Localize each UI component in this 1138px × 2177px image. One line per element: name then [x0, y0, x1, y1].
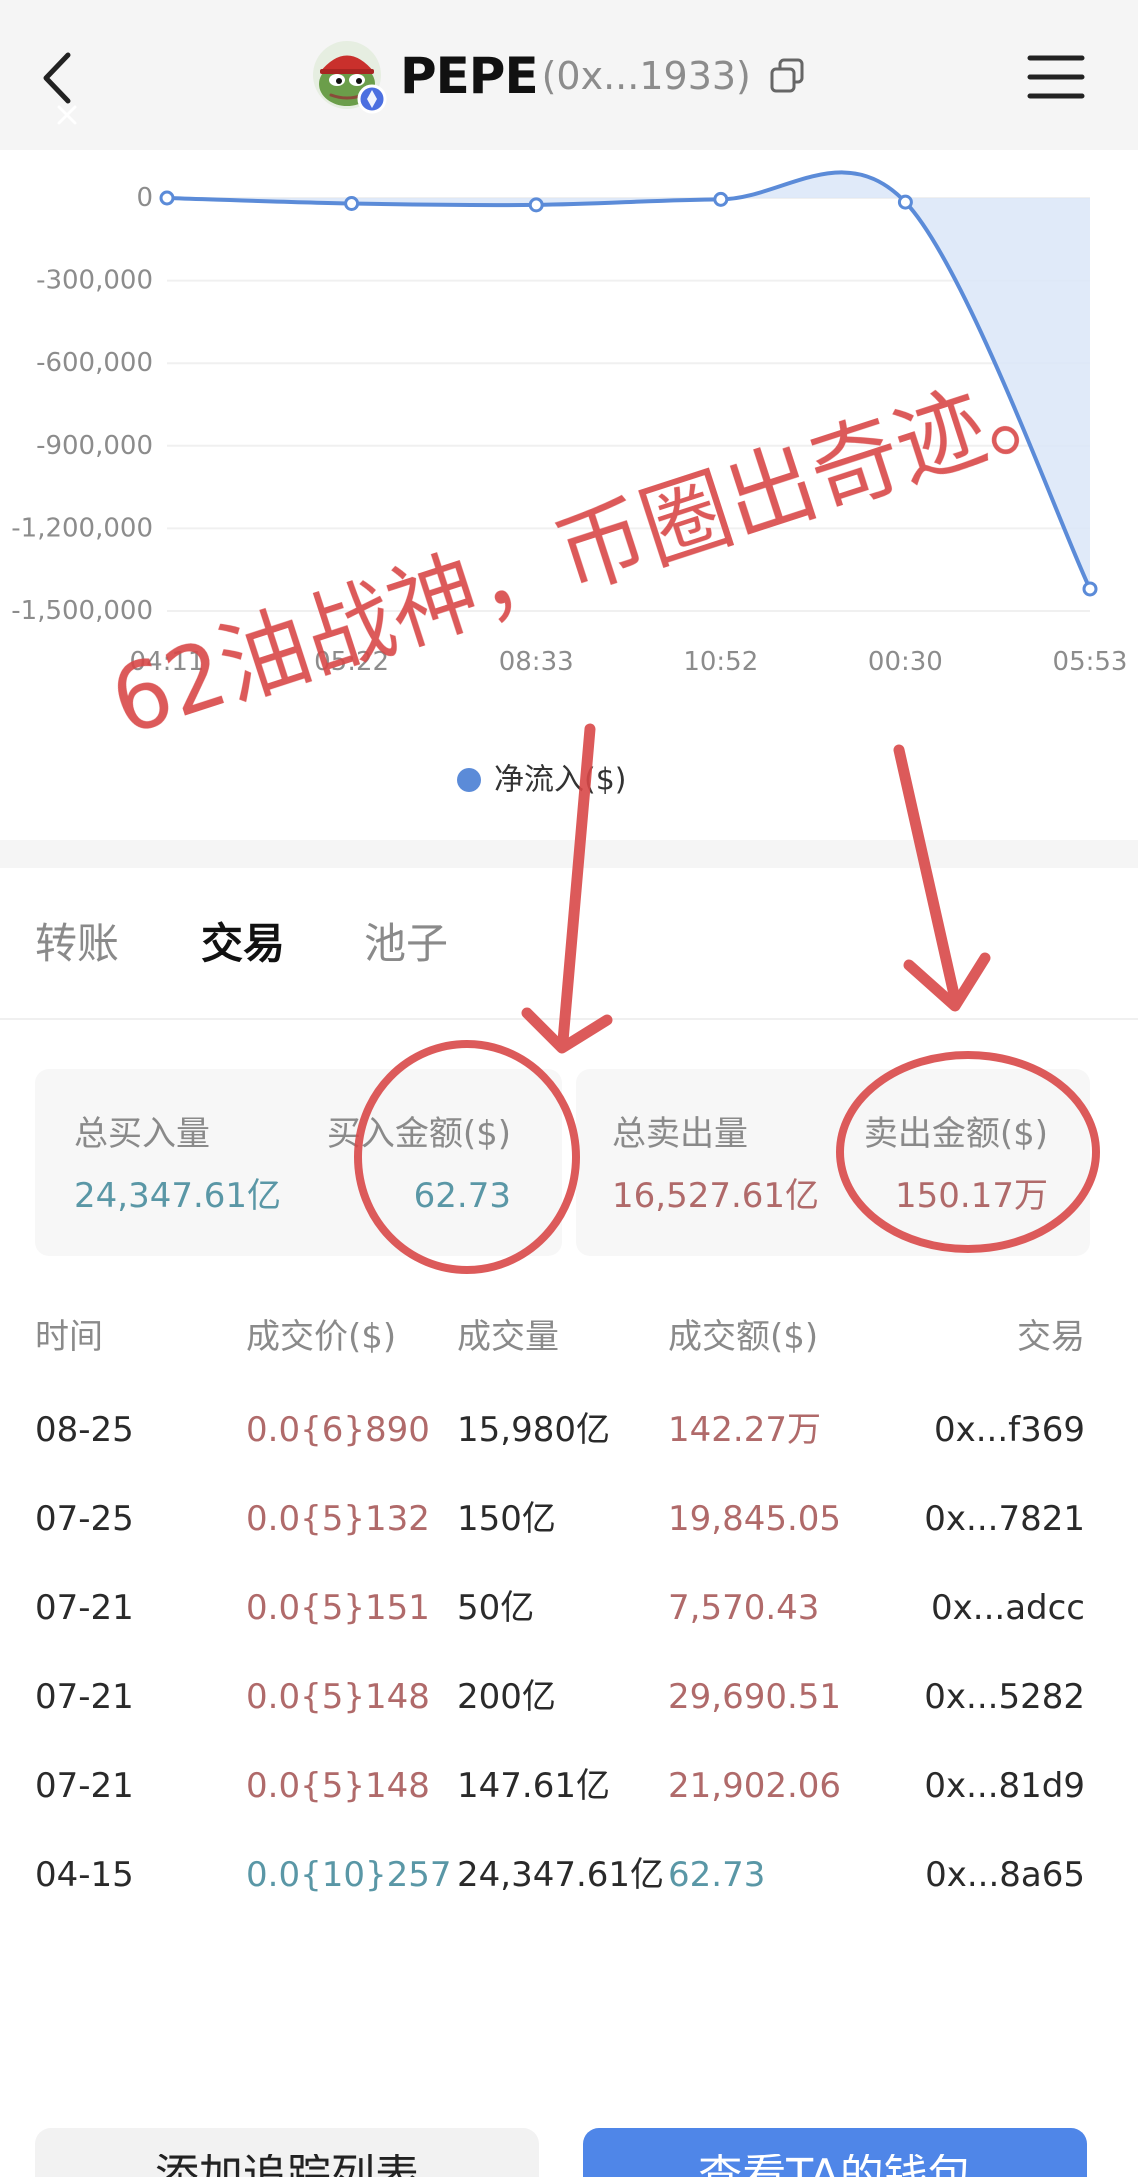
table-row[interactable]: 07-21 0.0{5}148 147.61亿 21,902.06 0x...81d9 — [0, 1742, 1138, 1831]
cell-tx-hash[interactable]: 0x...f369 — [934, 1386, 1085, 1475]
column-header-amount: 成交额($) — [668, 1317, 819, 1357]
table-row[interactable]: 07-21 0.0{5}151 50亿 7,570.43 0x...adcc — [0, 1564, 1138, 1653]
cell-time: 08-25 — [35, 1410, 134, 1450]
column-header-transaction: 交易 — [1017, 1317, 1085, 1357]
cell-tx-hash[interactable]: 0x...8a65 — [925, 1831, 1085, 1920]
data-point[interactable] — [1082, 581, 1098, 597]
x-tick-label: 05:53 — [1053, 647, 1128, 677]
chart-legend[interactable]: 净流入($) — [457, 763, 627, 798]
token-title: PEPE (0x...1933) — [400, 44, 805, 108]
cell-volume: 24,347.61亿 — [457, 1855, 665, 1895]
column-header-time: 时间 — [35, 1317, 103, 1357]
table-row[interactable]: 07-21 0.0{5}148 200亿 29,690.51 0x...5282 — [0, 1653, 1138, 1742]
view-wallet-button[interactable]: 查看TA的钱包 — [583, 2128, 1087, 2177]
column-header-volume: 成交量 — [457, 1317, 559, 1357]
back-button[interactable] — [40, 50, 76, 106]
total-buy-value: 24,347.61亿 — [74, 1176, 282, 1216]
buy-amount-label: 买入金额($) — [326, 1114, 511, 1154]
copy-icon[interactable] — [769, 57, 805, 95]
chevron-left-icon — [43, 52, 71, 104]
column-header-price: 成交价($) — [246, 1317, 397, 1357]
x-tick-label: 00:30 — [868, 647, 943, 677]
cell-time: 07-21 — [35, 1677, 134, 1717]
total-buy-label: 总买入量 — [74, 1114, 210, 1154]
cell-price: 0.0{5}148 — [246, 1677, 430, 1717]
cell-tx-hash[interactable]: 0x...7821 — [924, 1475, 1085, 1564]
tab-trades[interactable]: 交易 — [201, 918, 285, 970]
data-point[interactable] — [528, 197, 544, 213]
token-address: (0x...1933) — [541, 54, 751, 98]
cell-time: 07-21 — [35, 1588, 134, 1628]
cell-amount: 142.27万 — [668, 1410, 821, 1450]
legend-label: 净流入($) — [494, 763, 627, 798]
buy-summary-card: 总买入量 买入金额($) 24,347.61亿 62.73 — [35, 1069, 562, 1256]
cell-amount: 62.73 — [668, 1855, 766, 1895]
cell-volume: 50亿 — [457, 1588, 535, 1628]
cell-volume: 150亿 — [457, 1499, 556, 1539]
cell-amount: 21,902.06 — [668, 1766, 842, 1806]
cell-amount: 19,845.05 — [668, 1499, 842, 1539]
tab-pools[interactable]: 池子 — [364, 918, 448, 970]
cell-tx-hash[interactable]: 0x...81d9 — [924, 1742, 1085, 1831]
x-tick-label: 10:52 — [683, 647, 758, 677]
cell-tx-hash[interactable]: 0x...5282 — [924, 1653, 1085, 1742]
grid: 0 -300,000 -600,000 -900,000 -1,200,000 -1,50… — [11, 183, 1090, 626]
top-nav-bar: PEPE (0x...1933) — [0, 0, 1138, 150]
cell-price: 0.0{5}151 — [246, 1588, 430, 1628]
pepe-frog-avatar-icon — [313, 41, 387, 114]
sell-amount-label: 卖出金额($) — [863, 1114, 1048, 1154]
tab-transfers[interactable]: 转账 — [35, 918, 119, 970]
add-to-watchlist-button[interactable]: 添加追踪列表 — [35, 2128, 539, 2177]
data-point[interactable] — [159, 190, 175, 206]
trades-table-body: 08-25 0.0{6}890 15,980亿 142.27万 0x...f369 07-… — [0, 1386, 1138, 1920]
data-point[interactable] — [713, 191, 729, 207]
y-tick-label: -300,000 — [36, 266, 153, 296]
total-sell-value: 16,527.61亿 — [612, 1176, 820, 1216]
cell-price: 0.0{10}257 — [246, 1855, 452, 1895]
cell-amount: 29,690.51 — [668, 1677, 842, 1717]
tab-bar: 转账 交易 池子 — [0, 868, 1138, 1020]
series-area — [167, 172, 1090, 589]
data-point[interactable] — [897, 194, 913, 210]
sell-summary-card: 总卖出量 卖出金额($) 16,527.61亿 150.17万 — [576, 1069, 1090, 1256]
view-wallet-label: 查看TA的钱包 — [583, 2154, 1087, 2177]
section-divider — [0, 840, 1138, 868]
cell-volume: 15,980亿 — [457, 1410, 610, 1450]
net-inflow-chart: 0 -300,000 -600,000 -900,000 -1,200,000 -1,50… — [0, 150, 1138, 840]
table-header: 时间 成交价($) 成交量 成交额($) 交易 — [0, 1300, 1138, 1374]
chart-canvas: 0 -300,000 -600,000 -900,000 -1,200,000 -1,50… — [11, 170, 1128, 798]
x-tick-label: 05:22 — [314, 647, 389, 677]
cell-amount: 7,570.43 — [668, 1588, 820, 1628]
cell-time: 04-15 — [35, 1855, 134, 1895]
cell-volume: 200亿 — [457, 1677, 556, 1717]
ethereum-badge-icon — [357, 84, 387, 114]
cell-price: 0.0{5}132 — [246, 1499, 430, 1539]
y-tick-label: 0 — [136, 183, 153, 213]
x-tick-label: 04:11 — [130, 647, 205, 677]
add-to-watchlist-label: 添加追踪列表 — [35, 2154, 539, 2177]
total-sell-label: 总卖出量 — [612, 1114, 748, 1154]
cell-price: 0.0{5}148 — [246, 1766, 430, 1806]
table-row[interactable]: 08-25 0.0{6}890 15,980亿 142.27万 0x...f369 — [0, 1386, 1138, 1475]
buy-amount-value: 62.73 — [413, 1176, 511, 1216]
cell-price: 0.0{6}890 — [246, 1410, 430, 1450]
cell-time: 07-25 — [35, 1499, 134, 1539]
sell-amount-value: 150.17万 — [895, 1176, 1048, 1216]
token-name: PEPE — [400, 47, 539, 105]
y-tick-label: -1,500,000 — [11, 596, 153, 626]
data-point[interactable] — [344, 196, 360, 212]
legend-dot — [457, 768, 481, 792]
x-tick-label: 08:33 — [499, 647, 574, 677]
cell-volume: 147.61亿 — [457, 1766, 610, 1806]
y-tick-label: -900,000 — [36, 431, 153, 461]
y-tick-label: -1,200,000 — [11, 513, 153, 543]
table-row[interactable]: 07-25 0.0{5}132 150亿 19,845.05 0x...7821 — [0, 1475, 1138, 1564]
table-row[interactable]: 04-15 0.0{10}257 24,347.61亿 62.73 0x...8a65 — [0, 1831, 1138, 1920]
y-tick-label: -600,000 — [36, 348, 153, 378]
close-icon[interactable] — [56, 104, 78, 126]
hamburger-menu-icon[interactable] — [1026, 52, 1086, 102]
cell-tx-hash[interactable]: 0x...adcc — [931, 1564, 1085, 1653]
cell-time: 07-21 — [35, 1766, 134, 1806]
